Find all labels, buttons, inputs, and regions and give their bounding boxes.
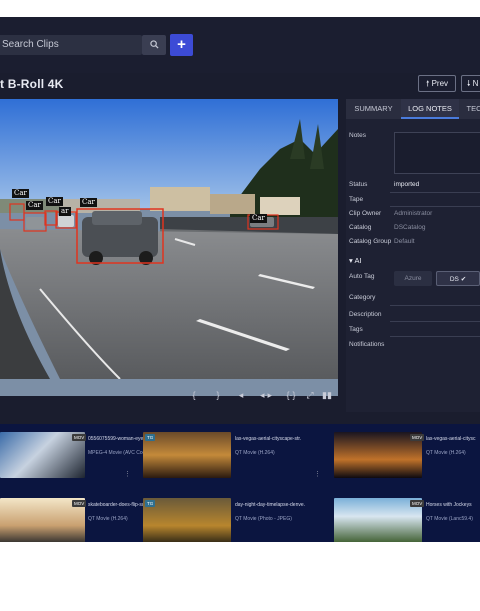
status-value[interactable]: imported [394, 181, 419, 188]
divider [390, 336, 480, 337]
clip-thumbnail[interactable] [334, 432, 422, 478]
clip-name[interactable]: Horses with Jockeys [426, 502, 480, 508]
video-frame [0, 99, 338, 380]
top-bar: Search Clips + t B-Roll 4K 🠕 Prev 🠗 N [0, 17, 480, 92]
divider [390, 192, 480, 193]
mark-out-icon[interactable]: } [211, 386, 225, 404]
clip-title: t B-Roll 4K [0, 77, 64, 91]
clip-range-icon[interactable]: ◂·▸ [257, 386, 275, 404]
clip-menu-icon[interactable]: ⋮ [124, 470, 131, 478]
clip-thumbnail[interactable] [334, 498, 422, 542]
detection-label: Car [80, 198, 97, 207]
divider [390, 305, 480, 306]
detection-label: ar [59, 207, 71, 216]
clip-thumbnail[interactable] [143, 432, 231, 478]
divider [390, 321, 480, 322]
detection-label: Car [12, 189, 29, 198]
panel-tabs: SUMMARY LOG NOTES TEC [346, 99, 480, 119]
owner-value[interactable]: Administrator [394, 210, 432, 217]
checkmark-icon: ✔ [460, 276, 467, 283]
notes-field[interactable] [394, 132, 480, 174]
category-label: Category [349, 294, 376, 301]
description-label: Description [349, 311, 382, 318]
ai-heading: AI [354, 256, 362, 265]
notes-label: Notes [349, 132, 366, 139]
ds-tag-label: DS [449, 276, 459, 283]
divider [390, 206, 480, 207]
ai-section-toggle[interactable]: ▾ AI [349, 256, 362, 265]
tab-log-notes[interactable]: LOG NOTES [401, 99, 459, 119]
detection-label: Car [46, 197, 63, 206]
video-player[interactable]: Car Car Car Car ar Car [0, 99, 338, 396]
clip-name[interactable]: day-night-day-timelapse-denve. [235, 502, 323, 508]
app-window: Search Clips + t B-Roll 4K 🠕 Prev 🠗 N Ca… [0, 17, 480, 542]
search-icon [149, 40, 159, 49]
add-clip-button[interactable]: + [170, 34, 193, 56]
next-button[interactable]: 🠗 N [461, 75, 480, 92]
format-badge: TG [145, 434, 156, 441]
tab-summary[interactable]: SUMMARY [346, 99, 401, 119]
expand-range-icon[interactable]: {·} [282, 386, 300, 404]
mark-in-icon[interactable]: { [187, 386, 201, 404]
step-back-icon[interactable]: ◂ [234, 386, 248, 404]
detection-box [44, 210, 58, 226]
detection-label: Car [250, 214, 267, 223]
tab-technical[interactable]: TEC [459, 99, 480, 119]
clip-bin: MOV 0556075599-woman-eye-looking MPEG-4 Mo… [0, 424, 480, 542]
catalog-group-value[interactable]: Default [394, 238, 415, 245]
clip-name[interactable]: las-vegas-aerial-citysc [426, 436, 480, 442]
car-shape [82, 211, 158, 265]
detection-label: Car [26, 201, 43, 210]
prev-button[interactable]: 🠕 Prev [418, 75, 456, 92]
clip-format: QT Movie (H.264) [88, 516, 128, 522]
clip-format: QT Movie (Lanc59.4) [426, 516, 473, 522]
clip-format: QT Movie (H.264) [235, 450, 275, 456]
search-button[interactable] [142, 35, 166, 55]
format-badge: MOV [410, 434, 425, 441]
format-badge: TG [145, 500, 156, 507]
ds-tag-button[interactable]: DS ✔ [436, 271, 480, 286]
notifications-label: Notifications [349, 341, 385, 348]
tape-label: Tape [349, 196, 364, 203]
owner-label: Clip Owner [349, 210, 382, 217]
clip-format: QT Movie (Photo - JPEG) [235, 516, 292, 522]
format-badge: MOV [72, 500, 87, 507]
tags-label: Tags [349, 326, 363, 333]
metadata-panel: SUMMARY LOG NOTES TEC Notes Status impor… [346, 99, 480, 412]
format-badge: MOV [410, 500, 425, 507]
format-badge: MOV [72, 434, 87, 441]
audio-levels-icon[interactable]: ▮▮ [320, 386, 334, 404]
status-label: Status [349, 181, 368, 188]
clip-format: QT Movie (H.264) [426, 450, 466, 456]
autotag-label: Auto Tag [349, 273, 375, 280]
search-input[interactable]: Search Clips [0, 35, 142, 55]
catalog-group-label: Catalog Group [349, 238, 392, 245]
catalog-label: Catalog [349, 224, 372, 231]
clip-name[interactable]: las-vegas-aerial-cityscape-str. [235, 436, 323, 442]
catalog-value[interactable]: DSCatalog [394, 224, 425, 231]
clip-menu-icon[interactable]: ⋮ [314, 470, 321, 478]
azure-tag-button[interactable]: Azure [394, 271, 432, 286]
clip-thumbnail[interactable] [143, 498, 231, 542]
fullscreen-icon[interactable]: ⤢ [303, 386, 317, 404]
playback-controls: { } ◂ ◂·▸ {·} ⤢ ▮▮ [0, 386, 338, 404]
